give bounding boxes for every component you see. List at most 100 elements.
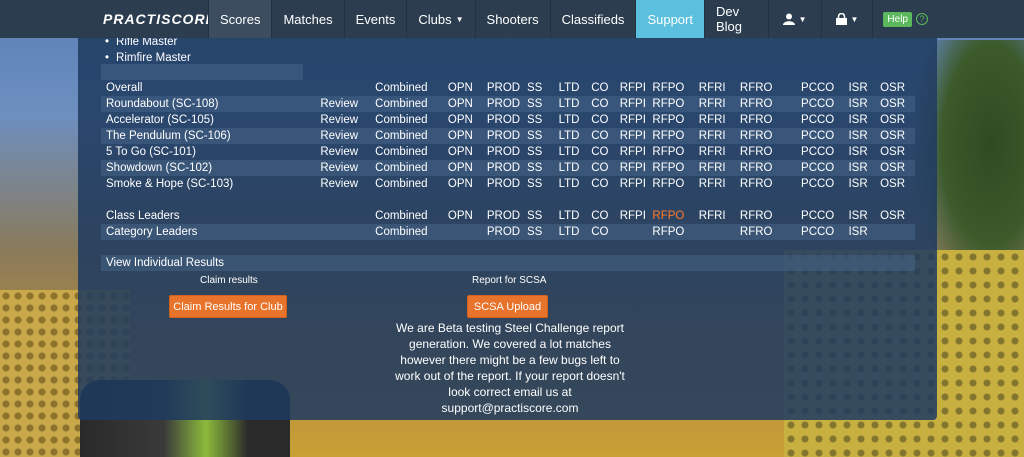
class-link[interactable]: RFPI [619,128,653,144]
class-link[interactable]: RFRI [698,128,740,144]
class-link[interactable]: OSR [880,128,915,144]
class-link[interactable]: PROD [486,224,527,240]
class-link[interactable]: SS [526,160,559,176]
review-link[interactable]: Review [320,144,375,160]
class-link[interactable]: RFRI [698,96,740,112]
combined-link[interactable]: Combined [375,112,448,128]
class-link[interactable]: RFPI [620,144,653,160]
class-link[interactable]: PROD [487,208,527,224]
class-link[interactable]: LTD [558,160,592,176]
class-link[interactable]: LTD [559,80,592,96]
class-link[interactable]: CO [591,96,620,112]
class-link[interactable]: ISR [848,80,880,96]
class-link[interactable]: RFRO [739,160,802,176]
class-link[interactable]: OSR [880,96,915,112]
review-link[interactable]: Review [320,128,376,144]
class-link[interactable]: RFPO [652,176,698,192]
class-link[interactable]: RFPI [620,176,653,192]
class-link[interactable]: ISR [848,96,881,112]
help-question-icon[interactable]: ? [916,13,928,25]
class-link[interactable]: PCCO [801,160,849,176]
class-link[interactable]: LTD [559,112,592,128]
class-link[interactable] [698,224,740,240]
nav-classifieds[interactable]: Classifieds [549,0,636,38]
combined-link[interactable]: Combined [375,144,448,160]
class-link[interactable]: OPN [448,176,487,192]
class-link[interactable]: SS [527,144,559,160]
class-link[interactable]: RFPI [620,208,653,224]
class-link[interactable]: RFPO [652,144,698,160]
class-link[interactable]: RFPI [620,112,653,128]
review-link[interactable]: Review [320,176,375,192]
class-link[interactable]: RFRI [699,208,740,224]
class-link[interactable]: OPN [448,208,487,224]
class-link[interactable]: LTD [559,144,592,160]
class-link[interactable]: SS [526,96,559,112]
nav-matches[interactable]: Matches [271,0,343,38]
class-link[interactable]: OPN [447,128,487,144]
class-link[interactable]: CO [591,112,619,128]
class-link[interactable]: PROD [487,176,527,192]
class-link[interactable]: OSR [880,80,915,96]
class-link[interactable]: PCCO [801,176,848,192]
user-menu[interactable]: ▼ [767,0,821,38]
class-link[interactable]: PROD [486,128,527,144]
class-link[interactable]: CO [591,224,620,240]
class-link[interactable]: LTD [558,128,592,144]
review-link[interactable]: Review [320,160,376,176]
class-link[interactable]: PROD [487,80,527,96]
brand-logo[interactable]: PRACTISCORE [0,0,215,38]
class-link[interactable]: OSR [880,208,915,224]
class-link[interactable]: RFPI [619,160,653,176]
class-link[interactable]: PCCO [801,96,849,112]
class-link[interactable]: CO [591,176,619,192]
combined-link[interactable]: Combined [375,224,448,240]
class-link[interactable]: CO [591,144,619,160]
review-link[interactable]: Review [320,112,375,128]
class-link[interactable]: OSR [880,144,915,160]
class-link[interactable]: PROD [487,144,527,160]
scsa-upload-button[interactable]: SCSA Upload [467,295,548,318]
class-link[interactable]: RFRO [740,80,801,96]
class-link[interactable]: LTD [558,96,592,112]
combined-link[interactable]: Combined [375,160,448,176]
class-link[interactable]: SS [527,208,559,224]
class-link[interactable]: OPN [448,112,487,128]
combined-link[interactable]: Combined [375,96,448,112]
view-individual-results-link[interactable]: View Individual Results [101,255,915,271]
nav-clubs[interactable]: Clubs ▼ [406,0,474,38]
class-link[interactable]: PCCO [801,128,849,144]
class-link[interactable]: ISR [848,160,881,176]
class-link[interactable]: RFRI [699,112,740,128]
class-link[interactable]: OPN [448,80,487,96]
class-link[interactable]: RFRI [699,144,740,160]
combined-link[interactable]: Combined [375,176,448,192]
class-link[interactable]: ISR [848,224,881,240]
nav-dev-blog[interactable]: Dev Blog [703,0,768,38]
help-button[interactable]: Help [883,11,912,27]
class-link[interactable]: RFPO [652,96,699,112]
class-link[interactable]: RFRO [739,224,802,240]
class-link[interactable]: RFRO [740,208,801,224]
class-link[interactable]: RFPO [652,112,698,128]
class-link[interactable]: OSR [880,160,915,176]
class-link[interactable]: ISR [848,144,880,160]
class-link[interactable]: ISR [848,208,880,224]
nav-scores[interactable]: Scores [208,0,272,38]
class-link[interactable]: RFRI [698,160,740,176]
nav-shooters[interactable]: Shooters [474,0,550,38]
class-link[interactable]: PCCO [801,80,848,96]
nav-events[interactable]: Events [343,0,407,38]
class-link[interactable] [880,224,915,240]
class-link[interactable]: CO [591,80,619,96]
nav-support[interactable]: Support [635,0,704,38]
class-link[interactable]: SS [526,128,559,144]
class-link[interactable]: RFPO [652,224,699,240]
class-link[interactable]: CO [591,208,619,224]
class-link[interactable]: SS [527,112,559,128]
claim-results-button[interactable]: Claim Results for Club [169,295,287,318]
class-link[interactable]: PCCO [801,112,848,128]
review-link[interactable]: Review [320,96,376,112]
class-link[interactable]: PCCO [801,144,848,160]
class-link[interactable]: PCCO [801,224,849,240]
